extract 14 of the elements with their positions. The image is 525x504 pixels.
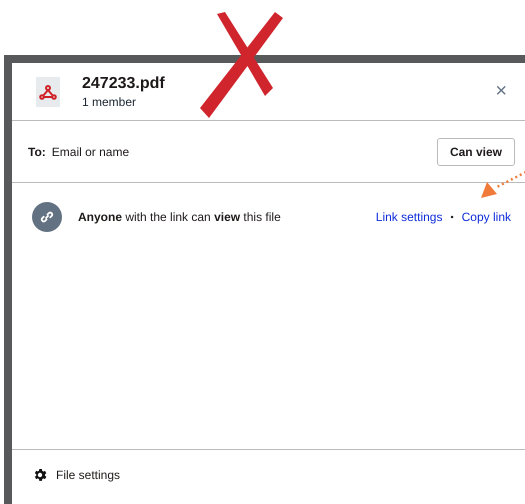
separator-dot: • xyxy=(450,212,454,222)
link[interactable]: Link settings xyxy=(376,210,442,224)
permission-button[interactable]: Can view xyxy=(436,138,515,166)
link-icon xyxy=(32,202,62,232)
close-button[interactable]: × xyxy=(493,80,509,103)
dotted-arrow-drawing xyxy=(481,170,525,200)
settings-icon xyxy=(32,467,48,483)
member-count: 1 member xyxy=(82,94,138,108)
file-settings-link[interactable]: File settings xyxy=(56,468,120,482)
file-name: 247233.pdf xyxy=(82,74,166,92)
pdf-file-icon xyxy=(36,76,60,106)
link-access-text: Anyone with the link can view this file xyxy=(78,210,282,224)
link[interactable]: Copy link xyxy=(462,210,511,224)
to-label: To: xyxy=(28,144,46,158)
